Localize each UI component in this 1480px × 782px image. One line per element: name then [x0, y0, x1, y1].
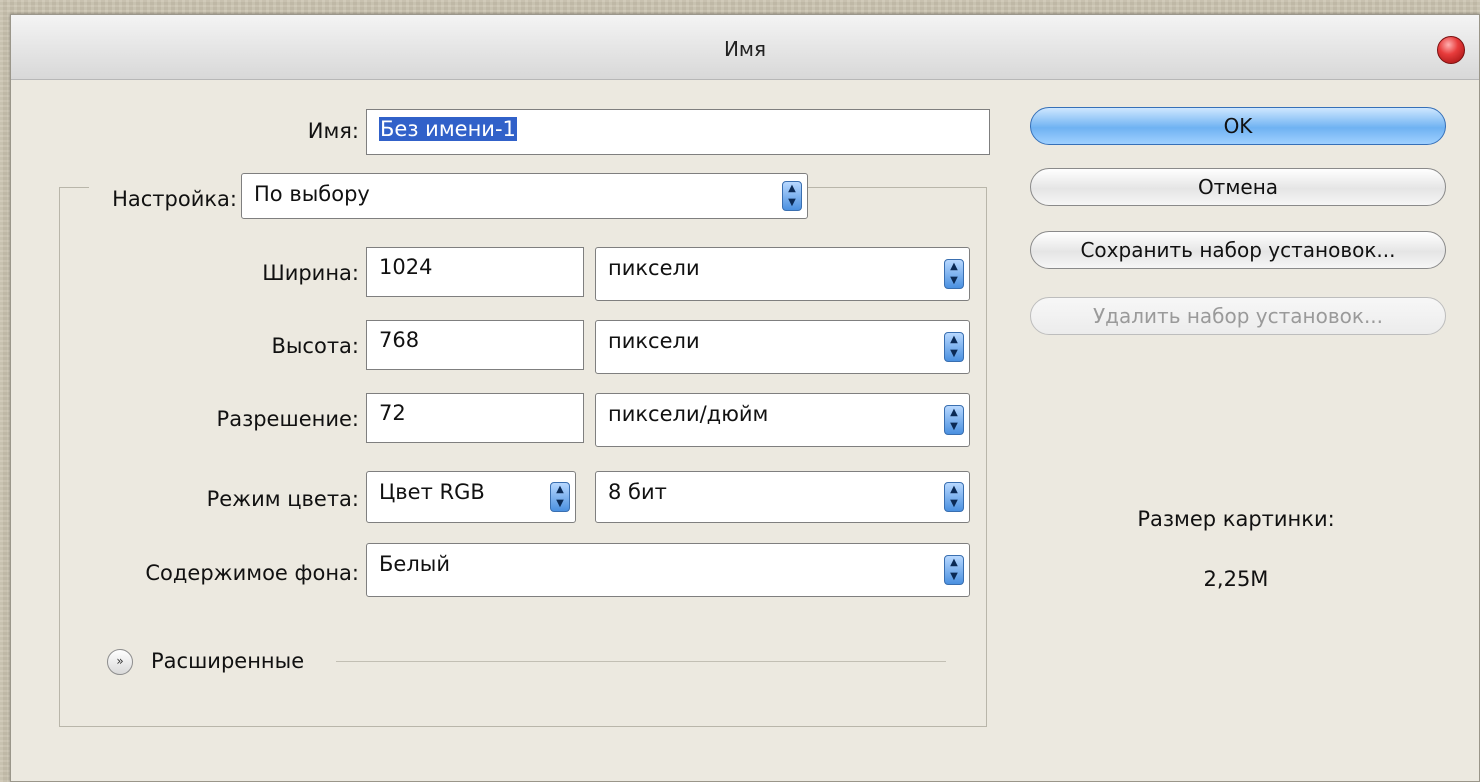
resolution-label: Разрешение:	[216, 407, 359, 431]
width-unit-value: пиксели	[608, 256, 700, 280]
image-size-label: Размер картинки:	[1137, 507, 1335, 531]
bit-depth-select[interactable]: 8 бит ▲ ▼	[595, 471, 970, 523]
background-label: Содержимое фона:	[145, 561, 359, 585]
resolution-unit-value: пиксели/дюйм	[608, 402, 769, 426]
resolution-input[interactable]: 72	[366, 393, 584, 443]
width-unit-select[interactable]: пиксели ▲ ▼	[595, 247, 970, 301]
bit-depth-value: 8 бит	[608, 480, 667, 504]
updown-arrows-icon: ▲ ▼	[550, 482, 570, 512]
resolution-unit-select[interactable]: пиксели/дюйм ▲ ▼	[595, 393, 970, 447]
updown-arrows-icon: ▲ ▼	[944, 259, 964, 289]
updown-arrows-icon: ▲ ▼	[944, 482, 964, 512]
title-bar: Имя	[11, 15, 1479, 80]
width-input[interactable]: 1024	[366, 247, 584, 297]
chevron-double-down-icon[interactable]: »	[107, 649, 133, 675]
cancel-button[interactable]: Отмена	[1030, 168, 1446, 206]
save-preset-button[interactable]: Сохранить набор установок...	[1030, 231, 1446, 269]
delete-preset-button: Удалить набор установок...	[1030, 297, 1446, 335]
width-label: Ширина:	[262, 261, 359, 285]
updown-arrows-icon: ▲ ▼	[944, 405, 964, 435]
ok-button[interactable]: OK	[1030, 107, 1446, 145]
close-icon[interactable]	[1437, 36, 1465, 64]
preset-label: Настройка:	[89, 187, 241, 211]
advanced-divider	[336, 661, 946, 662]
color-mode-label: Режим цвета:	[206, 487, 359, 511]
name-label: Имя:	[307, 119, 359, 143]
updown-arrows-icon: ▲ ▼	[944, 555, 964, 585]
preset-select[interactable]: По выбору ▲ ▼	[241, 173, 808, 219]
window-title: Имя	[723, 37, 767, 61]
advanced-label[interactable]: Расширенные	[151, 649, 304, 673]
name-input[interactable]: Без имени-1	[366, 109, 990, 155]
height-unit-value: пиксели	[608, 329, 700, 353]
image-size-value: 2,25M	[1203, 567, 1269, 591]
height-unit-select[interactable]: пиксели ▲ ▼	[595, 320, 970, 374]
color-mode-select[interactable]: Цвет RGB ▲ ▼	[366, 471, 576, 523]
height-label: Высота:	[271, 334, 359, 358]
height-input[interactable]: 768	[366, 320, 584, 370]
background-select[interactable]: Белый ▲ ▼	[366, 543, 970, 597]
background-value: Белый	[379, 552, 450, 576]
name-input-value: Без имени-1	[379, 117, 517, 141]
preset-select-value: По выбору	[254, 182, 370, 206]
new-document-dialog: Имя Имя: Без имени-1 Настройка: По выбор…	[10, 14, 1480, 782]
color-mode-value: Цвет RGB	[379, 480, 485, 504]
updown-arrows-icon: ▲ ▼	[944, 332, 964, 362]
updown-arrows-icon: ▲ ▼	[782, 181, 802, 211]
